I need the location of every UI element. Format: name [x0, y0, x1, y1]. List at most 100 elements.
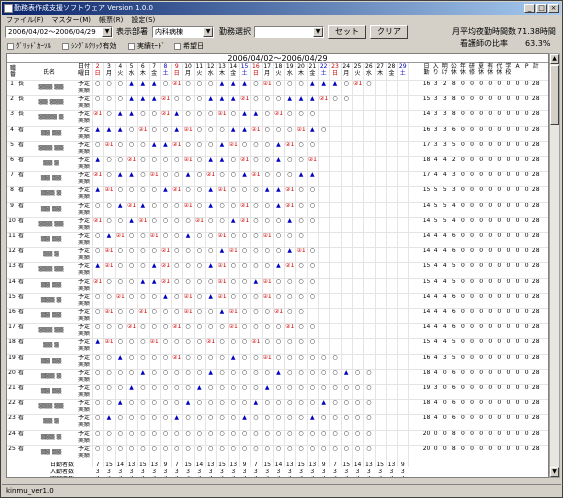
day-shift-circle-icon[interactable]: ○ — [194, 203, 205, 209]
day-shift-circle-icon[interactable]: ○ — [329, 400, 340, 406]
day-shift-circle-icon[interactable]: ○ — [137, 400, 148, 406]
day-shift-circle-icon[interactable]: ○ — [239, 431, 250, 437]
day-shift-circle-icon[interactable]: ○ — [182, 187, 193, 193]
day-shift-circle-icon[interactable]: ○ — [194, 279, 205, 285]
day-shift-circle-icon[interactable]: ○ — [194, 233, 205, 239]
day-shift-circle-icon[interactable]: ○ — [160, 370, 171, 376]
night-shift-triangle-icon[interactable]: ▲ — [216, 248, 227, 254]
day-shift-circle-icon[interactable]: ○ — [352, 385, 363, 391]
day-shift-circle-icon[interactable]: ○ — [149, 385, 160, 391]
day-shift-circle-icon[interactable]: ○ — [295, 370, 306, 376]
day-shift-circle-icon[interactable]: ○ — [273, 96, 284, 102]
day-shift-circle-icon[interactable]: ○ — [295, 142, 306, 148]
day-shift-circle-icon[interactable]: ○ — [137, 263, 148, 269]
day-shift-circle-icon[interactable]: ○ — [126, 279, 137, 285]
day-shift-circle-icon[interactable]: ○ — [160, 446, 171, 452]
night-shift-triangle-icon[interactable]: ▲ — [205, 187, 216, 193]
day-shift-circle-icon[interactable]: ○ — [137, 233, 148, 239]
night-shift-triangle-icon[interactable]: ▲ — [273, 203, 284, 209]
day-shift-circle-icon[interactable]: ○ — [92, 400, 103, 406]
day-shift-circle-icon[interactable]: ○ — [171, 157, 182, 163]
day-shift-circle-icon[interactable]: ○ — [363, 446, 374, 452]
day-shift-circle-icon[interactable]: ○ — [182, 248, 193, 254]
day-shift-circle-icon[interactable]: ○ — [182, 355, 193, 361]
day-shift-circle-icon[interactable]: ○ — [103, 157, 114, 163]
day-shift-circle-icon[interactable]: ○ — [341, 81, 352, 87]
shift-code-cell[interactable]: ②1 — [103, 248, 114, 254]
day-shift-circle-icon[interactable]: ○ — [171, 248, 182, 254]
night-shift-triangle-icon[interactable]: ▲ — [137, 81, 148, 87]
day-shift-circle-icon[interactable]: ○ — [216, 400, 227, 406]
night-shift-triangle-icon[interactable]: ▲ — [295, 172, 306, 178]
day-shift-circle-icon[interactable]: ○ — [205, 415, 216, 421]
shift-code-cell[interactable]: ②1 — [160, 263, 171, 269]
day-shift-circle-icon[interactable]: ○ — [262, 157, 273, 163]
day-shift-circle-icon[interactable]: ○ — [341, 446, 352, 452]
grid-cursor-check[interactable]: ｸﾞﾘｯﾄﾞｶｰｿﾙ — [7, 41, 51, 51]
night-shift-triangle-icon[interactable]: ▲ — [239, 172, 250, 178]
day-shift-circle-icon[interactable]: ○ — [284, 279, 295, 285]
day-shift-circle-icon[interactable]: ○ — [228, 431, 239, 437]
night-shift-triangle-icon[interactable]: ▲ — [171, 415, 182, 421]
day-shift-circle-icon[interactable]: ○ — [228, 279, 239, 285]
dept-select[interactable]: 内科病棟 ▼ — [152, 26, 214, 38]
day-shift-circle-icon[interactable]: ○ — [205, 279, 216, 285]
night-shift-triangle-icon[interactable]: ▲ — [262, 187, 273, 193]
night-shift-triangle-icon[interactable]: ▲ — [115, 127, 126, 133]
day-shift-circle-icon[interactable]: ○ — [103, 446, 114, 452]
day-shift-circle-icon[interactable]: ○ — [307, 203, 318, 209]
day-shift-circle-icon[interactable]: ○ — [194, 431, 205, 437]
menu-settings[interactable]: 設定(S) — [131, 15, 155, 26]
day-shift-circle-icon[interactable]: ○ — [126, 248, 137, 254]
day-shift-circle-icon[interactable]: ○ — [307, 431, 318, 437]
day-shift-circle-icon[interactable]: ○ — [239, 446, 250, 452]
day-shift-circle-icon[interactable]: ○ — [115, 218, 126, 224]
day-shift-circle-icon[interactable]: ○ — [239, 248, 250, 254]
day-shift-circle-icon[interactable]: ○ — [250, 324, 261, 330]
day-shift-circle-icon[interactable]: ○ — [115, 446, 126, 452]
day-shift-circle-icon[interactable]: ○ — [182, 81, 193, 87]
day-shift-circle-icon[interactable]: ○ — [363, 370, 374, 376]
day-shift-circle-icon[interactable]: ○ — [295, 233, 306, 239]
day-shift-circle-icon[interactable]: ○ — [160, 339, 171, 345]
close-button[interactable]: × — [548, 4, 559, 13]
day-shift-circle-icon[interactable]: ○ — [92, 294, 103, 300]
day-shift-circle-icon[interactable]: ○ — [284, 81, 295, 87]
shift-code-cell[interactable]: ②1 — [126, 157, 137, 163]
day-shift-circle-icon[interactable]: ○ — [307, 218, 318, 224]
day-shift-circle-icon[interactable]: ○ — [228, 187, 239, 193]
day-shift-circle-icon[interactable]: ○ — [194, 248, 205, 254]
shift-code-cell[interactable]: ②1 — [273, 111, 284, 117]
shift-code-cell[interactable]: ②1 — [273, 309, 284, 315]
day-shift-circle-icon[interactable]: ○ — [329, 431, 340, 437]
day-shift-circle-icon[interactable]: ○ — [171, 370, 182, 376]
day-shift-circle-icon[interactable]: ○ — [216, 218, 227, 224]
shift-code-cell[interactable]: ②1 — [103, 309, 114, 315]
day-shift-circle-icon[interactable]: ○ — [126, 187, 137, 193]
shift-code-cell[interactable]: ②1 — [239, 157, 250, 163]
day-shift-circle-icon[interactable]: ○ — [216, 324, 227, 330]
night-shift-triangle-icon[interactable]: ▲ — [307, 415, 318, 421]
day-shift-circle-icon[interactable]: ○ — [341, 415, 352, 421]
day-shift-circle-icon[interactable]: ○ — [273, 431, 284, 437]
day-shift-circle-icon[interactable]: ○ — [295, 355, 306, 361]
shift-code-cell[interactable]: ②1 — [182, 309, 193, 315]
day-shift-circle-icon[interactable]: ○ — [149, 370, 160, 376]
day-shift-circle-icon[interactable]: ○ — [182, 324, 193, 330]
menu-file[interactable]: ファイル(F) — [6, 15, 44, 26]
day-shift-circle-icon[interactable]: ○ — [205, 400, 216, 406]
day-shift-circle-icon[interactable]: ○ — [103, 355, 114, 361]
shift-code-cell[interactable]: ②1 — [216, 279, 227, 285]
day-shift-circle-icon[interactable]: ○ — [194, 172, 205, 178]
day-shift-circle-icon[interactable]: ○ — [137, 446, 148, 452]
night-shift-triangle-icon[interactable]: ▲ — [194, 385, 205, 391]
day-shift-circle-icon[interactable]: ○ — [307, 111, 318, 117]
shift-code-cell[interactable]: ②1 — [160, 279, 171, 285]
night-shift-triangle-icon[interactable]: ▲ — [273, 142, 284, 148]
day-shift-circle-icon[interactable]: ○ — [205, 355, 216, 361]
night-shift-triangle-icon[interactable]: ▲ — [205, 294, 216, 300]
day-shift-circle-icon[interactable]: ○ — [216, 172, 227, 178]
day-shift-circle-icon[interactable]: ○ — [126, 370, 137, 376]
day-shift-circle-icon[interactable]: ○ — [149, 248, 160, 254]
day-shift-circle-icon[interactable]: ○ — [284, 431, 295, 437]
